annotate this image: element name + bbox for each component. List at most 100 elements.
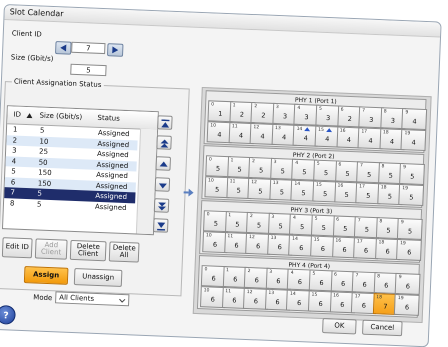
slot-index: 8 — [383, 109, 387, 115]
mode-select-value: All Clients — [59, 293, 95, 303]
slot-index: 3 — [275, 104, 279, 111]
slot-index: 1 — [230, 158, 234, 164]
slot-cell[interactable]: 19 5 — [398, 184, 425, 207]
slot-index: 2 — [254, 104, 258, 110]
delete-client-button[interactable]: Delete Client — [69, 239, 107, 262]
slot-index: 13 — [274, 125, 281, 132]
unassign-button[interactable]: Unassign — [73, 268, 123, 287]
slot-index: 17 — [356, 239, 363, 245]
help-button[interactable]: ? — [0, 304, 16, 325]
slot-index: 5 — [318, 106, 323, 112]
slot-cell[interactable]: 96 — [395, 272, 421, 295]
row-id: 2 — [12, 135, 18, 145]
slot-index: 14 — [294, 181, 301, 188]
mode-select[interactable]: All Clients — [55, 291, 130, 307]
page-up-button[interactable] — [156, 135, 172, 150]
slot-index: 19 — [399, 241, 406, 247]
slot-cell[interactable]: 19 6 — [394, 293, 421, 316]
phy-block: PHY 4 (Port 4) 0 6 1 6 2 6 3 6 4 6 5 6 6 6 7 6 8 6 9 6 10 6 11 6… — [196, 255, 421, 318]
slot-index: 17 — [361, 129, 368, 135]
slot-index: 3 — [271, 214, 275, 221]
slot-index: 6 — [340, 107, 344, 113]
phy-block: PHY 3 (Port 3) 0 5 1 5 2 5 3 5 4 5 5 5 6 5 7 5 8 5 9 5 10 6 11 6… — [199, 200, 424, 263]
slot-index: 19 — [397, 296, 404, 302]
slot-client-id: 5 — [409, 193, 414, 202]
sort-asc-icon — [26, 113, 33, 119]
row-size: 5 — [36, 199, 42, 209]
chevron-down-icon — [119, 298, 126, 303]
slot-index: 12 — [251, 180, 258, 186]
client-id-decrement-button[interactable] — [55, 41, 72, 55]
slot-index: 13 — [268, 290, 275, 297]
slot-index: 4 — [297, 105, 301, 111]
scroll-bottom-icon — [157, 222, 166, 231]
slot-index: 16 — [335, 238, 342, 244]
size-field[interactable]: 5 — [70, 63, 107, 77]
slot-index: 0 — [204, 267, 208, 273]
slot-index: 8 — [379, 219, 383, 225]
slot-index: 17 — [359, 184, 365, 190]
phy-block: PHY 1 (Port 1) 0 1 1 2 2 2 3 3 4 3 5 3 6 2 7 3 8 3 9 4 10 4 11 4… — [203, 90, 428, 153]
slot-index: 10 — [207, 178, 214, 184]
delete-all-button[interactable]: Delete All — [108, 241, 140, 263]
slot-index: 0 — [206, 212, 210, 218]
slot-index: 7 — [355, 273, 359, 279]
move-up-button[interactable] — [155, 156, 172, 171]
up-icon — [159, 161, 168, 167]
page-down-icon — [158, 202, 167, 211]
slot-index: 12 — [248, 235, 255, 241]
slot-index: 1 — [228, 213, 232, 219]
slot-index: 15 — [311, 292, 318, 298]
slot-index: 4 — [290, 270, 294, 276]
move-down-button[interactable] — [154, 177, 171, 192]
title-bar: Slot Calendar — [4, 5, 441, 38]
column-header-id[interactable]: ID — [13, 110, 21, 118]
phy-slot-grid: PHY 1 (Port 1) 0 1 1 2 2 2 3 3 4 3 5 3 6 2 7 3 8 3 9 4 10 4 11 4… — [192, 87, 432, 324]
help-icon: ? — [3, 311, 9, 320]
row-status: Assigned — [95, 191, 128, 202]
row-status: Assigned — [96, 160, 129, 170]
slot-index: 8 — [381, 164, 385, 170]
row-id: 3 — [11, 146, 17, 155]
slot-index: 18 — [382, 130, 389, 136]
slot-index: 18 — [380, 185, 387, 191]
slot-index: 5 — [314, 216, 318, 222]
row-size: 50 — [38, 158, 48, 167]
ok-button[interactable]: OK — [322, 318, 357, 335]
page-down-button[interactable] — [153, 198, 170, 213]
slot-client-id: 6 — [404, 303, 410, 312]
slot-index: 10 — [203, 288, 210, 294]
add-client-button[interactable]: Add Client — [34, 238, 68, 260]
slot-index: 3 — [269, 269, 273, 275]
slot-cell[interactable]: 19 6 — [396, 238, 423, 261]
slot-index: 9 — [405, 110, 409, 116]
move-bottom-button[interactable] — [152, 218, 169, 233]
slot-cell[interactable]: 94 — [401, 108, 428, 131]
slot-cell[interactable]: 95 — [397, 217, 424, 240]
window-title: Slot Calendar — [9, 7, 64, 19]
column-header-status[interactable]: Status — [97, 114, 120, 123]
slot-index: 3 — [273, 159, 277, 166]
move-top-button[interactable] — [157, 115, 173, 130]
right-arrow-icon — [112, 46, 119, 54]
slot-index: 5 — [312, 271, 316, 277]
slot-index: 16 — [333, 293, 339, 299]
slot-index: 6 — [333, 272, 337, 278]
slot-index: 7 — [357, 218, 361, 224]
slot-cell[interactable]: 95 — [399, 163, 426, 186]
slot-cell[interactable]: 19 4 — [400, 129, 427, 152]
slot-index: 11 — [229, 179, 236, 185]
slot-index: 13 — [270, 235, 277, 242]
column-header-size[interactable]: Size (Gbit/s) — [39, 112, 82, 122]
edit-id-button[interactable]: Edit ID — [1, 237, 33, 259]
slot-index: 5 — [316, 161, 320, 167]
assign-button[interactable]: Assign — [23, 266, 69, 285]
slot-index: 18 — [376, 295, 383, 301]
cancel-button[interactable]: Cancel — [362, 319, 403, 337]
slot-calendar-window: Slot Calendar Client ID 7 Size (Gbit/s) … — [0, 4, 442, 347]
client-id-field[interactable]: 7 — [71, 41, 106, 55]
slot-index: 15 — [315, 182, 322, 188]
size-label: Size (Gbit/s) — [10, 53, 54, 64]
client-id-label: Client ID — [11, 29, 42, 39]
client-id-increment-button[interactable] — [106, 43, 124, 57]
